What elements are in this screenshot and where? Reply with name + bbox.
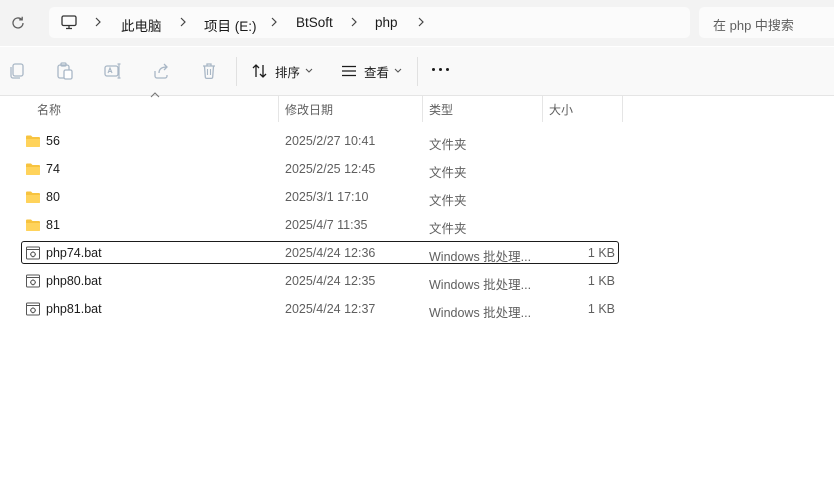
sort-icon (252, 64, 267, 78)
file-date: 2025/2/27 10:41 (285, 134, 376, 148)
column-header-type[interactable]: 类型 (423, 96, 542, 122)
batch-file-icon (26, 302, 40, 316)
chevron-right-icon[interactable] (178, 17, 188, 27)
file-date: 2025/4/7 11:35 (285, 218, 368, 232)
chevron-right-icon[interactable] (416, 17, 426, 27)
batch-file-icon (26, 274, 40, 288)
column-header-name[interactable]: 名称 (0, 96, 278, 122)
file-size: 1 KB (587, 302, 615, 316)
file-row[interactable]: 74 2025/2/25 12:45 文件夹 (21, 157, 619, 180)
chevron-right-icon[interactable] (93, 17, 103, 27)
address-bar[interactable]: 此电脑 项目 (E:) BtSoft php (49, 7, 690, 38)
file-date: 2025/4/24 12:35 (285, 274, 376, 288)
file-type: 文件夹 (429, 194, 467, 208)
file-row[interactable]: php74.bat 2025/4/24 12:36 Windows 批处理... 1 … (21, 241, 619, 264)
refresh-icon (12, 16, 24, 29)
file-type: Windows 批处理... (429, 278, 532, 292)
file-date: 2025/4/24 12:36 (285, 246, 376, 260)
file-row[interactable]: php80.bat 2025/4/24 12:35 Windows 批处理... 1 … (21, 269, 619, 292)
copy-icon[interactable] (7, 61, 27, 81)
file-list: 名称 修改日期 类型 大小 56 2025/2/27 10:41 文件夹 74 2025… (0, 92, 834, 504)
file-size: 1 KB (587, 246, 615, 260)
file-date: 2025/4/24 12:37 (285, 302, 376, 316)
file-type: Windows 批处理... (429, 306, 532, 320)
file-type: 文件夹 (429, 222, 467, 236)
sort-button[interactable]: 排序 (251, 61, 313, 81)
sort-label: 排序 (275, 65, 301, 80)
address-bar-row: 此电脑 项目 (E:) BtSoft php 在 php 中搜索 (0, 0, 834, 46)
file-row[interactable]: 80 2025/3/1 17:10 文件夹 (21, 185, 619, 208)
search-input[interactable]: 在 php 中搜索 (699, 7, 834, 38)
file-date: 2025/3/1 17:10 (285, 190, 369, 204)
search-placeholder: 在 php 中搜索 (713, 18, 794, 33)
paste-icon[interactable] (55, 61, 75, 81)
chevron-down-icon (305, 68, 313, 73)
file-name: php80.bat (46, 274, 102, 288)
file-name: 81 (46, 218, 60, 232)
chevron-down-icon (394, 68, 402, 73)
column-label-date: 修改日期 (285, 103, 334, 117)
column-label-name: 名称 (37, 103, 62, 117)
this-pc-icon[interactable] (60, 13, 78, 31)
folder-icon (26, 191, 40, 203)
more-options-button[interactable] (432, 68, 449, 71)
file-row[interactable]: php81.bat 2025/4/24 12:37 Windows 批处理... 1 … (21, 297, 619, 320)
folder-icon (26, 135, 40, 147)
breadcrumb-php[interactable]: php (375, 15, 398, 30)
file-name: 74 (46, 162, 60, 176)
file-type: 文件夹 (429, 166, 467, 180)
breadcrumb-btsoft[interactable]: BtSoft (296, 15, 333, 30)
column-label-type: 类型 (429, 103, 454, 117)
column-header-size[interactable]: 大小 (543, 96, 622, 122)
refresh-button[interactable] (7, 12, 29, 34)
folder-icon (26, 163, 40, 175)
view-button[interactable]: 查看 (340, 61, 402, 81)
delete-icon[interactable] (199, 61, 219, 81)
toolbar-divider (236, 57, 237, 86)
file-name: 80 (46, 190, 60, 204)
column-label-size: 大小 (549, 103, 574, 117)
file-row[interactable]: 56 2025/2/27 10:41 文件夹 (21, 129, 619, 152)
file-name: php74.bat (46, 246, 102, 260)
chevron-right-icon[interactable] (349, 17, 359, 27)
share-icon[interactable] (151, 61, 171, 81)
file-type: 文件夹 (429, 138, 467, 152)
file-name: php81.bat (46, 302, 102, 316)
more-icon (432, 68, 435, 71)
command-bar: 排序 查看 (0, 47, 834, 96)
breadcrumb-drive-e[interactable]: 项目 (E:) (204, 15, 257, 35)
chevron-right-icon[interactable] (269, 17, 279, 27)
file-row[interactable]: 81 2025/4/7 11:35 文件夹 (21, 213, 619, 236)
file-type: Windows 批处理... (429, 250, 532, 264)
view-label: 查看 (364, 65, 390, 80)
view-icon (342, 65, 356, 77)
batch-file-icon (26, 246, 40, 260)
file-name: 56 (46, 134, 60, 148)
file-date: 2025/2/25 12:45 (285, 162, 376, 176)
folder-icon (26, 219, 40, 231)
breadcrumb-this-pc[interactable]: 此电脑 (121, 15, 162, 35)
column-resize-handle[interactable] (622, 96, 623, 122)
rename-icon[interactable] (103, 61, 123, 81)
column-header-date[interactable]: 修改日期 (279, 96, 422, 122)
file-size: 1 KB (587, 274, 615, 288)
toolbar-divider (417, 57, 418, 86)
